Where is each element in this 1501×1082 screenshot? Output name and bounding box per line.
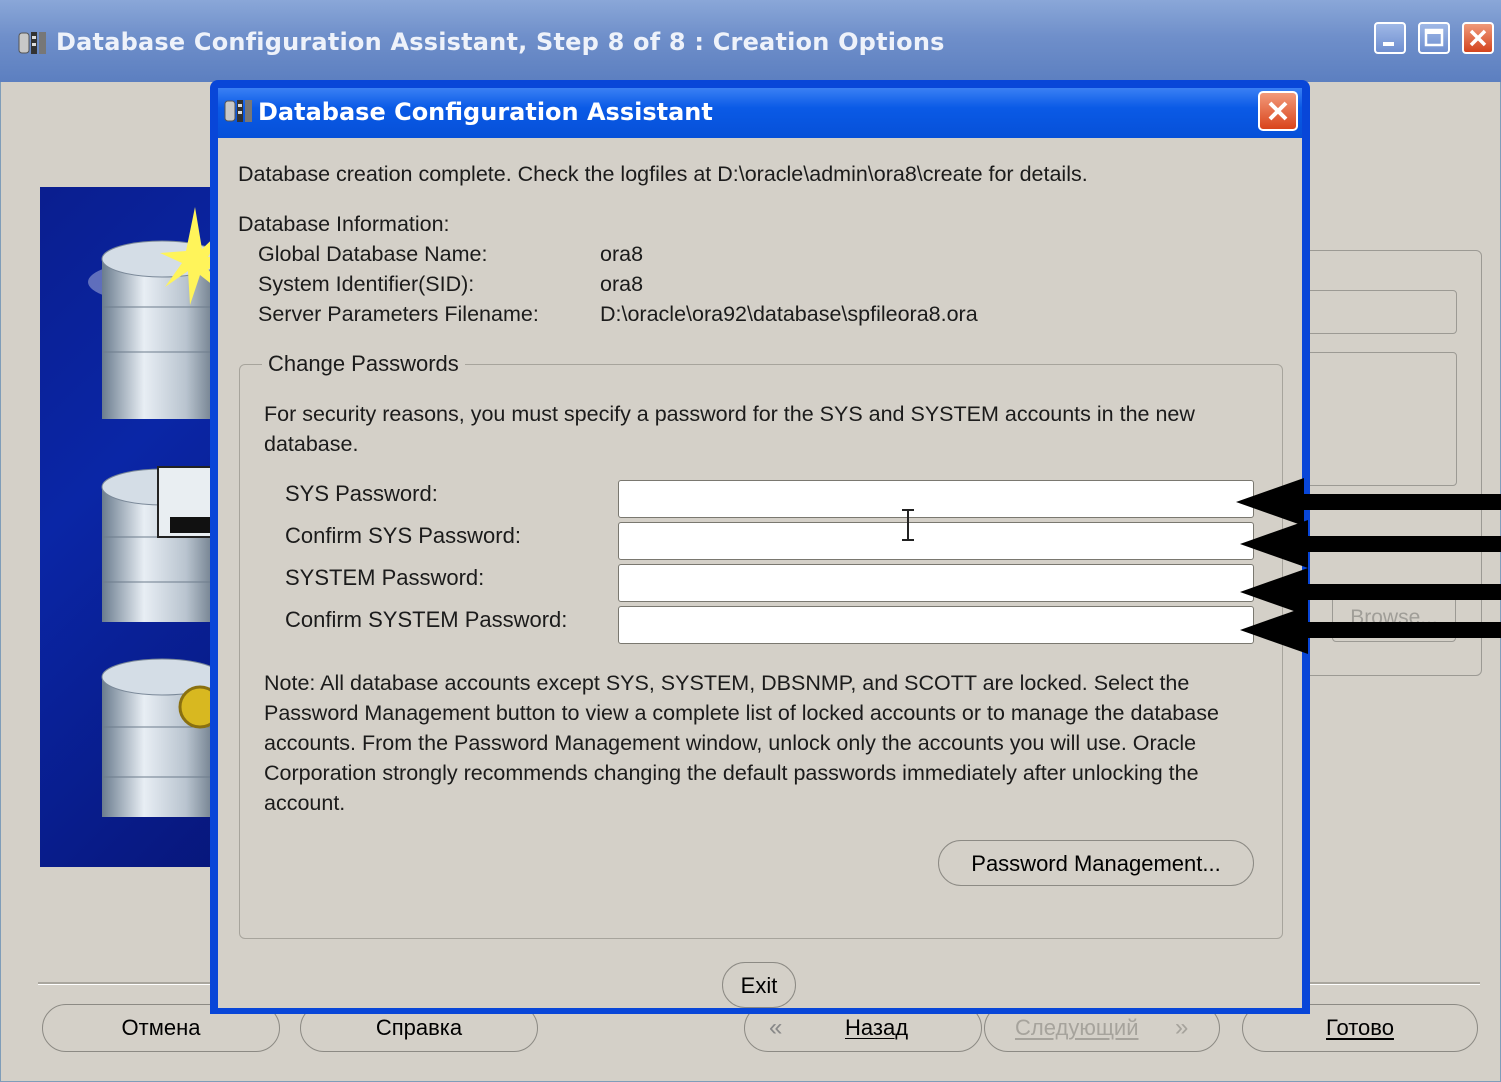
confirm-system-password-input[interactable] [618, 606, 1254, 644]
confirm-sys-password-label: Confirm SYS Password: [285, 523, 521, 548]
arrow-icon-1 [1236, 478, 1501, 526]
locked-accounts-note: Note: All database accounts except SYS, … [264, 671, 1219, 815]
info-label-spfile: Server Parameters Filename: [258, 302, 539, 326]
dialog-title: Database Configuration Assistant [258, 98, 713, 126]
system-password-label: SYSTEM Password: [285, 565, 485, 590]
minimize-icon [1383, 42, 1394, 46]
arrow-icon-4 [1240, 606, 1501, 654]
app-icon [18, 32, 46, 54]
info-value-spfile: D:\oracle\ora92\database\spfileora8.ora [600, 302, 978, 326]
annotation-arrows [1236, 478, 1501, 654]
password-management-button[interactable]: Password Management... [938, 840, 1254, 886]
info-value-sid: ora8 [600, 272, 644, 296]
close-window-button[interactable] [1462, 22, 1494, 54]
arrow-icon-2 [1240, 520, 1501, 568]
close-icon [1268, 101, 1288, 121]
outer-window-title: Database Configuration Assistant, Step 8… [56, 28, 945, 56]
completion-message: Database creation complete. Check the lo… [238, 162, 1088, 186]
password-management-label: Password Management... [971, 851, 1221, 876]
info-heading: Database Information: [238, 212, 450, 236]
security-description: For security reasons, you must specify a… [264, 402, 1195, 456]
info-value-global-name: ora8 [600, 242, 644, 266]
sys-password-label: SYS Password: [285, 481, 438, 506]
help-label: Справка [375, 1015, 463, 1040]
maximize-icon [1424, 28, 1444, 47]
sys-password-input[interactable] [618, 480, 1254, 518]
arrow-icon-3 [1240, 568, 1501, 616]
maximize-button[interactable] [1418, 22, 1450, 54]
background-text-field [1300, 290, 1457, 334]
change-passwords-legend: Change Passwords [262, 349, 465, 379]
background-panel [1300, 352, 1457, 486]
info-label-global-name: Global Database Name: [258, 242, 488, 266]
finish-label: Готово [1326, 1015, 1394, 1040]
close-icon [1469, 29, 1487, 47]
minimize-button[interactable] [1374, 22, 1406, 54]
system-password-input[interactable] [618, 564, 1254, 602]
text-cursor-icon [902, 509, 914, 541]
dialog-close-button[interactable] [1258, 91, 1298, 131]
dialog-app-icon [224, 100, 252, 122]
info-label-sid: System Identifier(SID): [258, 272, 475, 296]
exit-button[interactable]: Exit [722, 962, 796, 1008]
exit-label: Exit [740, 973, 778, 998]
confirm-sys-password-input[interactable] [618, 522, 1254, 560]
cancel-label: Отмена [121, 1015, 201, 1040]
confirm-system-password-label: Confirm SYSTEM Password: [285, 607, 568, 632]
